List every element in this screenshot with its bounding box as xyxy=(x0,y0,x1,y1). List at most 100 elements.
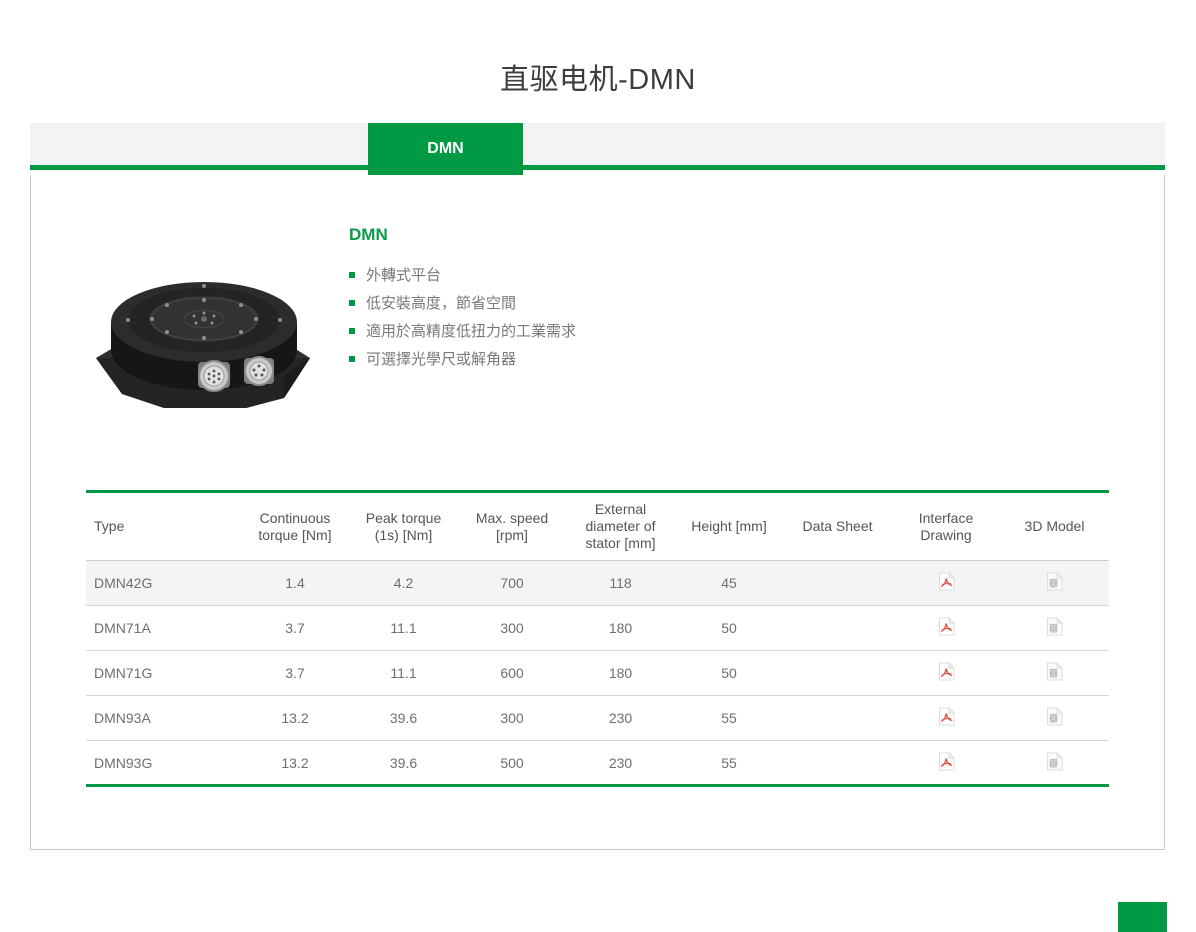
table-row: DMN71G3.711.160018050 xyxy=(86,651,1109,696)
product-panel: DMN 外轉式平台低安裝高度，節省空間適用於高精度低扭力的工業需求可選擇光學尺或… xyxy=(30,175,1165,850)
tab-dmn[interactable]: DMN xyxy=(368,123,523,175)
feature-text: 適用於高精度低扭力的工業需求 xyxy=(366,320,576,344)
cell-peak-torque: 11.1 xyxy=(349,606,458,651)
cell-type: DMN71A xyxy=(86,606,241,651)
table-row: DMN71A3.711.130018050 xyxy=(86,606,1109,651)
cell-height: 55 xyxy=(675,741,783,786)
pdf-icon xyxy=(938,572,955,591)
cell-3d-model xyxy=(1000,741,1109,786)
column-header-3d-model: 3D Model xyxy=(1000,492,1109,561)
pdf-icon xyxy=(938,617,955,636)
cell-external-diameter: 180 xyxy=(566,651,675,696)
table-row: DMN93A13.239.630023055 xyxy=(86,696,1109,741)
column-header-type: Type xyxy=(86,492,241,561)
3d-file-icon xyxy=(1046,617,1063,636)
cell-data-sheet xyxy=(783,606,892,651)
cell-data-sheet xyxy=(783,651,892,696)
cell-interface-drawing xyxy=(892,651,1000,696)
tab-bar: DMN xyxy=(30,123,1165,170)
column-header-external-diameter: External diameter of stator [mm] xyxy=(566,492,675,561)
cell-continuous-torque: 3.7 xyxy=(241,606,349,651)
feature-item: 低安裝高度，節省空間 xyxy=(349,292,989,316)
cell-peak-torque: 11.1 xyxy=(349,651,458,696)
cell-external-diameter: 230 xyxy=(566,741,675,786)
feature-item: 外轉式平台 xyxy=(349,264,989,288)
cell-data-sheet xyxy=(783,561,892,606)
cell-max-speed: 700 xyxy=(458,561,566,606)
feature-list: 外轉式平台低安裝高度，節省空間適用於高精度低扭力的工業需求可選擇光學尺或解角器 xyxy=(349,264,989,372)
feature-text: 可選擇光學尺或解角器 xyxy=(366,348,516,372)
cell-3d-model xyxy=(1000,561,1109,606)
cell-height: 45 xyxy=(675,561,783,606)
cell-continuous-torque: 13.2 xyxy=(241,696,349,741)
feature-text: 低安裝高度，節省空間 xyxy=(366,292,516,316)
3d-file-icon xyxy=(1046,662,1063,681)
interface-drawing-link[interactable] xyxy=(938,752,955,771)
interface-drawing-link[interactable] xyxy=(938,662,955,681)
product-name: DMN xyxy=(349,225,989,245)
cell-peak-torque: 4.2 xyxy=(349,561,458,606)
connector-left xyxy=(198,361,230,391)
interface-drawing-link[interactable] xyxy=(938,707,955,726)
3d-file-icon xyxy=(1046,752,1063,771)
cell-max-speed: 600 xyxy=(458,651,566,696)
bullet-square-icon xyxy=(349,328,355,334)
back-to-top-button[interactable] xyxy=(1118,902,1167,932)
bullet-square-icon xyxy=(349,300,355,306)
cell-interface-drawing xyxy=(892,741,1000,786)
interface-drawing-link[interactable] xyxy=(938,572,955,591)
product-info: DMN 外轉式平台低安裝高度，節省空間適用於高精度低扭力的工業需求可選擇光學尺或… xyxy=(349,225,989,376)
feature-text: 外轉式平台 xyxy=(366,264,441,288)
cell-interface-drawing xyxy=(892,696,1000,741)
cell-peak-torque: 39.6 xyxy=(349,741,458,786)
3d-file-icon xyxy=(1046,572,1063,591)
3d-model-link[interactable] xyxy=(1046,662,1063,681)
spec-table-header-row: TypeContinuous torque [Nm]Peak torque (1… xyxy=(86,492,1109,561)
3d-model-link[interactable] xyxy=(1046,752,1063,771)
cell-max-speed: 300 xyxy=(458,696,566,741)
3d-model-link[interactable] xyxy=(1046,572,1063,591)
column-header-continuous-torque: Continuous torque [Nm] xyxy=(241,492,349,561)
table-row: DMN42G1.44.270011845 xyxy=(86,561,1109,606)
cell-height: 50 xyxy=(675,606,783,651)
cell-3d-model xyxy=(1000,696,1109,741)
column-header-height: Height [mm] xyxy=(675,492,783,561)
interface-drawing-link[interactable] xyxy=(938,617,955,636)
cell-continuous-torque: 13.2 xyxy=(241,741,349,786)
3d-model-link[interactable] xyxy=(1046,707,1063,726)
product-image xyxy=(86,258,321,416)
cell-external-diameter: 180 xyxy=(566,606,675,651)
feature-item: 可選擇光學尺或解角器 xyxy=(349,348,989,372)
bullet-square-icon xyxy=(349,356,355,362)
cell-max-speed: 500 xyxy=(458,741,566,786)
cell-continuous-torque: 3.7 xyxy=(241,651,349,696)
cell-3d-model xyxy=(1000,606,1109,651)
cell-interface-drawing xyxy=(892,561,1000,606)
pdf-icon xyxy=(938,752,955,771)
cell-type: DMN71G xyxy=(86,651,241,696)
cell-type: DMN42G xyxy=(86,561,241,606)
cell-max-speed: 300 xyxy=(458,606,566,651)
table-row: DMN93G13.239.650023055 xyxy=(86,741,1109,786)
cell-3d-model xyxy=(1000,651,1109,696)
connector-right xyxy=(244,357,274,385)
cell-type: DMN93G xyxy=(86,741,241,786)
cell-external-diameter: 118 xyxy=(566,561,675,606)
page-title: 直驱电机-DMN xyxy=(0,56,1196,98)
column-header-data-sheet: Data Sheet xyxy=(783,492,892,561)
cell-type: DMN93A xyxy=(86,696,241,741)
column-header-interface-drawing: Interface Drawing xyxy=(892,492,1000,561)
cell-data-sheet xyxy=(783,696,892,741)
bullet-square-icon xyxy=(349,272,355,278)
cell-interface-drawing xyxy=(892,606,1000,651)
3d-file-icon xyxy=(1046,707,1063,726)
pdf-icon xyxy=(938,662,955,681)
cell-data-sheet xyxy=(783,741,892,786)
3d-model-link[interactable] xyxy=(1046,617,1063,636)
cell-height: 55 xyxy=(675,696,783,741)
cell-continuous-torque: 1.4 xyxy=(241,561,349,606)
pdf-icon xyxy=(938,707,955,726)
spec-table: TypeContinuous torque [Nm]Peak torque (1… xyxy=(86,490,1109,787)
dmn-motor-photo xyxy=(86,258,321,416)
column-header-peak-torque: Peak torque (1s) [Nm] xyxy=(349,492,458,561)
